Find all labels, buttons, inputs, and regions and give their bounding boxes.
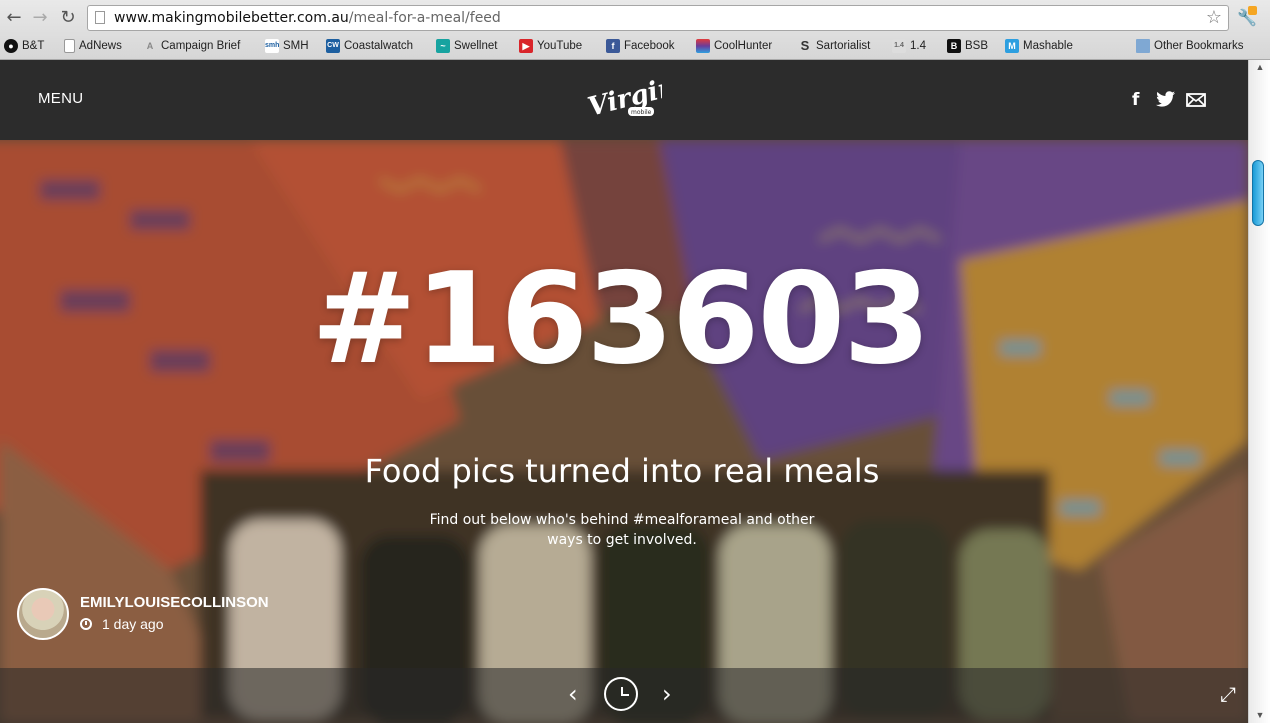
- bookmark-label: AdNews: [79, 40, 122, 52]
- facebook-icon: f: [606, 39, 620, 53]
- slideshow-controls: ‹ › ⤢: [0, 668, 1248, 723]
- sartorialist-icon: S: [800, 38, 810, 53]
- twitter-icon[interactable]: [1156, 91, 1176, 108]
- timeline-clock-icon[interactable]: [604, 677, 638, 711]
- bookmark-bt[interactable]: ● B&T: [4, 38, 44, 54]
- hero-subtext: Find out below who's behind #mealforamea…: [429, 512, 815, 548]
- browser-chrome: ← → ↻ www.makingmobilebetter.com.au/meal…: [0, 0, 1270, 60]
- time-ago-label: 1 day ago: [102, 616, 164, 632]
- post-timestamp: 1 day ago: [80, 616, 164, 632]
- folder-icon: [1136, 39, 1150, 53]
- bookmark-coolhunter[interactable]: CoolHunter: [696, 38, 772, 54]
- bookmark-facebook[interactable]: f Facebook: [606, 38, 675, 54]
- virgin-mobile-logo[interactable]: Virgin mobile: [582, 74, 662, 130]
- mashable-icon: M: [1005, 39, 1019, 53]
- clock-icon: [80, 618, 92, 630]
- bookmark-campaign-brief[interactable]: A Campaign Brief: [143, 38, 241, 54]
- bookmark-label: Coastalwatch: [344, 40, 414, 52]
- bookmark-swellnet[interactable]: ~ Swellnet: [436, 38, 497, 54]
- hero-overlay: [0, 140, 1248, 723]
- url-path: /meal-for-a-meal/feed: [348, 10, 501, 26]
- bookmark-label: BSB: [965, 40, 989, 52]
- bookmarks-bar: ● B&T AdNews A Campaign Brief smh SMH CW Coa…: [0, 36, 1270, 56]
- site-header: MENU Virgin mobile f: [0, 60, 1248, 140]
- address-bar[interactable]: www.makingmobilebetter.com.au/meal-for-a…: [87, 5, 1229, 31]
- bookmark-label: Campaign Brief: [161, 40, 241, 52]
- vertical-scrollbar[interactable]: ▲ ▼: [1248, 60, 1270, 723]
- back-arrow-icon[interactable]: ←: [4, 8, 24, 28]
- bookmark-youtube[interactable]: ▶ YouTube: [519, 38, 582, 54]
- bookmark-adnews[interactable]: AdNews: [64, 38, 122, 54]
- coolhunter-icon: [696, 39, 710, 53]
- mail-icon[interactable]: [1186, 93, 1206, 107]
- bookmark-coastalwatch[interactable]: CW Coastalwatch: [326, 38, 413, 54]
- scroll-up-icon[interactable]: ▲: [1249, 60, 1270, 75]
- smh-icon: smh: [265, 39, 279, 53]
- bookmark-star-icon[interactable]: ☆: [1206, 7, 1222, 28]
- bookmark-label: 1.4: [910, 40, 926, 52]
- bookmark-label: SMH: [283, 40, 309, 52]
- bookmark-smh[interactable]: smh SMH: [265, 38, 309, 54]
- url-domain: www.makingmobilebetter.com.au: [114, 10, 349, 26]
- previous-arrow-icon[interactable]: ‹: [568, 680, 578, 708]
- meal-counter: #163603: [311, 245, 931, 392]
- update-badge: [1248, 6, 1257, 15]
- menu-button[interactable]: MENU: [38, 90, 83, 107]
- bookmark-1-4[interactable]: 1.4 1.4: [892, 38, 926, 54]
- bookmark-mashable[interactable]: M Mashable: [1005, 38, 1073, 54]
- url-text[interactable]: www.makingmobilebetter.com.au/meal-for-a…: [114, 10, 501, 26]
- coastalwatch-icon: CW: [326, 39, 340, 53]
- next-arrow-icon[interactable]: ›: [662, 680, 672, 708]
- reload-icon[interactable]: ↻: [58, 8, 78, 28]
- hero-section: #163603 Food pics turned into real meals…: [0, 140, 1248, 723]
- bsb-icon: B: [947, 39, 961, 53]
- bookmark-sartorialist[interactable]: S Sartorialist: [798, 38, 871, 54]
- scrollbar-thumb[interactable]: [1252, 160, 1264, 226]
- fullscreen-icon[interactable]: ⤢: [1220, 682, 1236, 706]
- bookmark-other[interactable]: Other Bookmarks: [1136, 38, 1243, 54]
- campaign-brief-icon: A: [146, 41, 154, 51]
- page-icon: [64, 39, 75, 53]
- 1-4-icon: 1.4: [892, 39, 906, 53]
- bookmark-label: YouTube: [537, 40, 583, 52]
- youtube-icon: ▶: [519, 39, 533, 53]
- swellnet-icon: ~: [436, 39, 450, 53]
- bookmark-label: Facebook: [624, 40, 675, 52]
- bookmark-label: Other Bookmarks: [1154, 40, 1244, 52]
- avatar[interactable]: [17, 588, 69, 640]
- bookmark-label: CoolHunter: [714, 40, 773, 52]
- bookmark-bsb[interactable]: B BSB: [947, 38, 988, 54]
- bookmark-label: Swellnet: [454, 40, 498, 52]
- page-viewport: MENU Virgin mobile f #163603 Food pics t…: [0, 60, 1248, 723]
- post-username[interactable]: EMILYLOUISECOLLINSON: [80, 594, 269, 611]
- bookmark-label: Sartorialist: [816, 40, 871, 52]
- logo-subtext: mobile: [631, 109, 652, 116]
- forward-arrow-icon[interactable]: →: [30, 8, 50, 28]
- page-icon: [95, 11, 105, 24]
- bookmark-label: B&T: [22, 40, 45, 52]
- bt-icon: ●: [4, 39, 18, 53]
- scroll-down-icon[interactable]: ▼: [1249, 708, 1270, 723]
- hero-tagline: Food pics turned into real meals: [364, 452, 880, 490]
- bookmark-label: Mashable: [1023, 40, 1073, 52]
- facebook-icon[interactable]: f: [1132, 90, 1139, 110]
